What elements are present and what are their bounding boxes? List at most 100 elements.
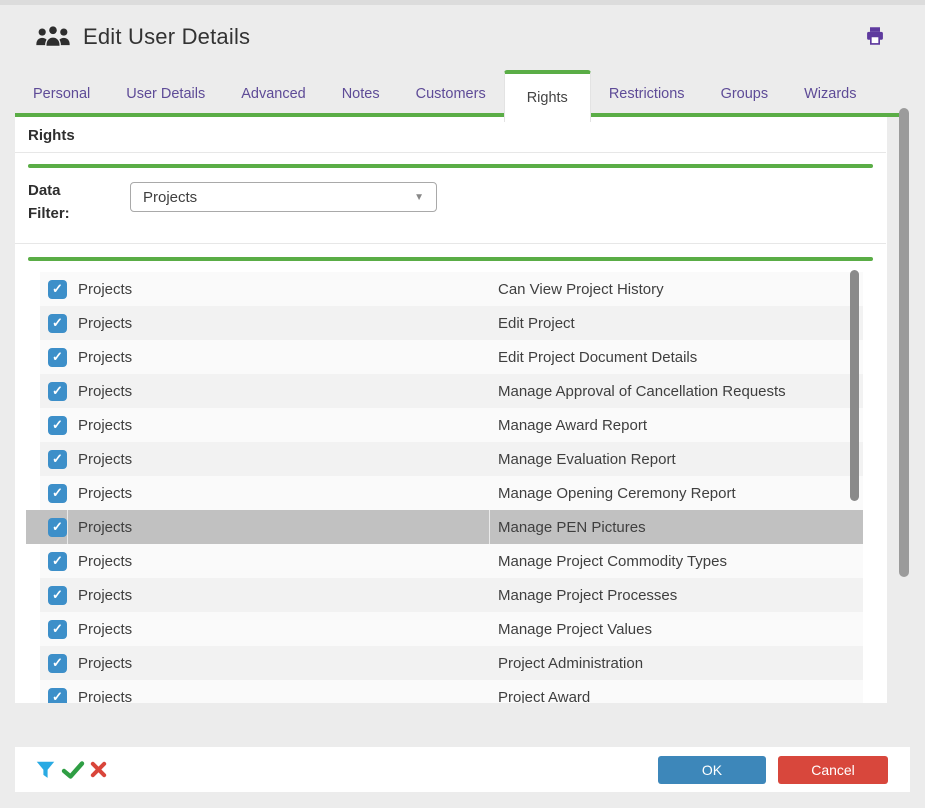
row-selector-cell [26, 680, 40, 703]
row-right-label: Manage Evaluation Report [498, 451, 676, 468]
row-checkbox[interactable]: ✓ [48, 314, 67, 333]
print-icon[interactable] [865, 26, 885, 46]
divider [15, 152, 886, 153]
tab-wizards[interactable]: Wizards [786, 70, 874, 117]
row-module-label: Projects [78, 553, 132, 570]
tab-bar: PersonalUser DetailsAdvancedNotesCustome… [15, 70, 910, 117]
row-checkbox[interactable]: ✓ [48, 688, 67, 704]
row-right-label: Manage Approval of Cancellation Requests [498, 383, 786, 400]
data-filter-value: Projects [143, 189, 197, 206]
rights-panel: Rights Data Filter: Projects ▼ ✓ Projects… [15, 117, 887, 703]
users-icon [35, 24, 71, 50]
rights-row[interactable]: ✓ Projects Project Award [26, 680, 863, 703]
ok-button[interactable]: OK [658, 756, 766, 784]
data-filter-label: Data Filter: [28, 179, 94, 225]
row-selector-cell [26, 272, 40, 306]
rights-list: ✓ Projects Can View Project History ✓ Projec… [26, 272, 863, 703]
row-checkbox[interactable]: ✓ [48, 552, 67, 571]
data-filter-select[interactable]: Projects ▼ [130, 182, 437, 212]
row-checkbox[interactable]: ✓ [48, 484, 67, 503]
tab-personal[interactable]: Personal [15, 70, 108, 117]
row-right-label: Manage Project Processes [498, 587, 677, 604]
rights-row[interactable]: ✓ Projects Project Administration [26, 646, 863, 680]
section-title: Rights [28, 127, 75, 144]
footer-buttons: OK Cancel [658, 756, 888, 784]
rights-row[interactable]: ✓ Projects Manage Project Processes [26, 578, 863, 612]
row-selector-cell [26, 646, 40, 680]
row-right-label: Manage Opening Ceremony Report [498, 485, 736, 502]
row-right-label: Manage Project Commodity Types [498, 553, 727, 570]
row-module-label: Projects [78, 689, 132, 704]
page-title: Edit User Details [83, 24, 250, 50]
row-module-label: Projects [78, 621, 132, 638]
rights-row[interactable]: ✓ Projects Manage Project Values [26, 612, 863, 646]
footer-icons [35, 759, 107, 781]
row-module-label: Projects [78, 383, 132, 400]
row-checkbox[interactable]: ✓ [48, 620, 67, 639]
rights-row[interactable]: ✓ Projects Can View Project History [26, 272, 863, 306]
rights-row[interactable]: ✓ Projects Manage Opening Ceremony Report [26, 476, 863, 510]
row-checkbox[interactable]: ✓ [48, 654, 67, 673]
tab-advanced[interactable]: Advanced [223, 70, 324, 117]
rights-row[interactable]: ✓ Projects Manage Project Commodity Types [26, 544, 863, 578]
row-right-label: Project Award [498, 689, 590, 704]
tab-user-details[interactable]: User Details [108, 70, 223, 117]
uncheck-all-icon[interactable] [90, 761, 107, 778]
row-right-label: Manage PEN Pictures [498, 519, 646, 536]
check-all-icon[interactable] [61, 760, 85, 780]
tab-rights[interactable]: Rights [504, 70, 591, 122]
rights-row[interactable]: ✓ Projects Edit Project Document Details [26, 340, 863, 374]
row-selector-cell [26, 544, 40, 578]
row-selector-cell [26, 578, 40, 612]
chevron-down-icon: ▼ [414, 192, 424, 203]
row-checkbox[interactable]: ✓ [48, 416, 67, 435]
row-module-label: Projects [78, 417, 132, 434]
rights-row[interactable]: ✓ Projects Manage Approval of Cancellation… [26, 374, 863, 408]
row-right-label: Edit Project [498, 315, 575, 332]
list-scrollbar-thumb[interactable] [850, 270, 859, 501]
row-checkbox[interactable]: ✓ [48, 348, 67, 367]
row-module-label: Projects [78, 349, 132, 366]
rights-row[interactable]: ✓ Projects Edit Project [26, 306, 863, 340]
row-selector-cell [26, 510, 40, 544]
tab-notes[interactable]: Notes [324, 70, 398, 117]
tab-restrictions[interactable]: Restrictions [591, 70, 703, 117]
dialog-header: Edit User Details [15, 5, 910, 69]
divider [15, 243, 886, 244]
footer-bar: OK Cancel [15, 747, 910, 792]
row-module-label: Projects [78, 451, 132, 468]
row-selector-cell [26, 374, 40, 408]
row-selector-cell [26, 306, 40, 340]
row-right-label: Manage Award Report [498, 417, 647, 434]
rights-row[interactable]: ✓ Projects Manage Evaluation Report [26, 442, 863, 476]
row-module-label: Projects [78, 655, 132, 672]
row-module-label: Projects [78, 587, 132, 604]
page-scrollbar-thumb[interactable] [899, 108, 909, 577]
rights-row[interactable]: ✓ Projects Manage Award Report [26, 408, 863, 442]
row-selector-cell [26, 442, 40, 476]
row-module-label: Projects [78, 485, 132, 502]
green-separator [28, 257, 873, 261]
cancel-button[interactable]: Cancel [778, 756, 888, 784]
row-selector-cell [26, 340, 40, 374]
row-module-label: Projects [78, 315, 132, 332]
filter-funnel-icon[interactable] [35, 759, 56, 781]
tab-customers[interactable]: Customers [398, 70, 504, 117]
rights-row[interactable]: ✓ Projects Manage PEN Pictures [26, 510, 863, 544]
green-separator [28, 164, 873, 168]
row-checkbox[interactable]: ✓ [48, 280, 67, 299]
row-module-label: Projects [78, 519, 132, 536]
row-selector-cell [26, 612, 40, 646]
row-checkbox[interactable]: ✓ [48, 382, 67, 401]
row-right-label: Edit Project Document Details [498, 349, 697, 366]
row-right-label: Can View Project History [498, 281, 664, 298]
row-checkbox[interactable]: ✓ [48, 586, 67, 605]
row-right-label: Manage Project Values [498, 621, 652, 638]
row-checkbox[interactable]: ✓ [48, 518, 67, 537]
row-selector-cell [26, 476, 40, 510]
row-selector-cell [26, 408, 40, 442]
row-module-label: Projects [78, 281, 132, 298]
row-checkbox[interactable]: ✓ [48, 450, 67, 469]
row-right-label: Project Administration [498, 655, 643, 672]
tab-groups[interactable]: Groups [703, 70, 787, 117]
